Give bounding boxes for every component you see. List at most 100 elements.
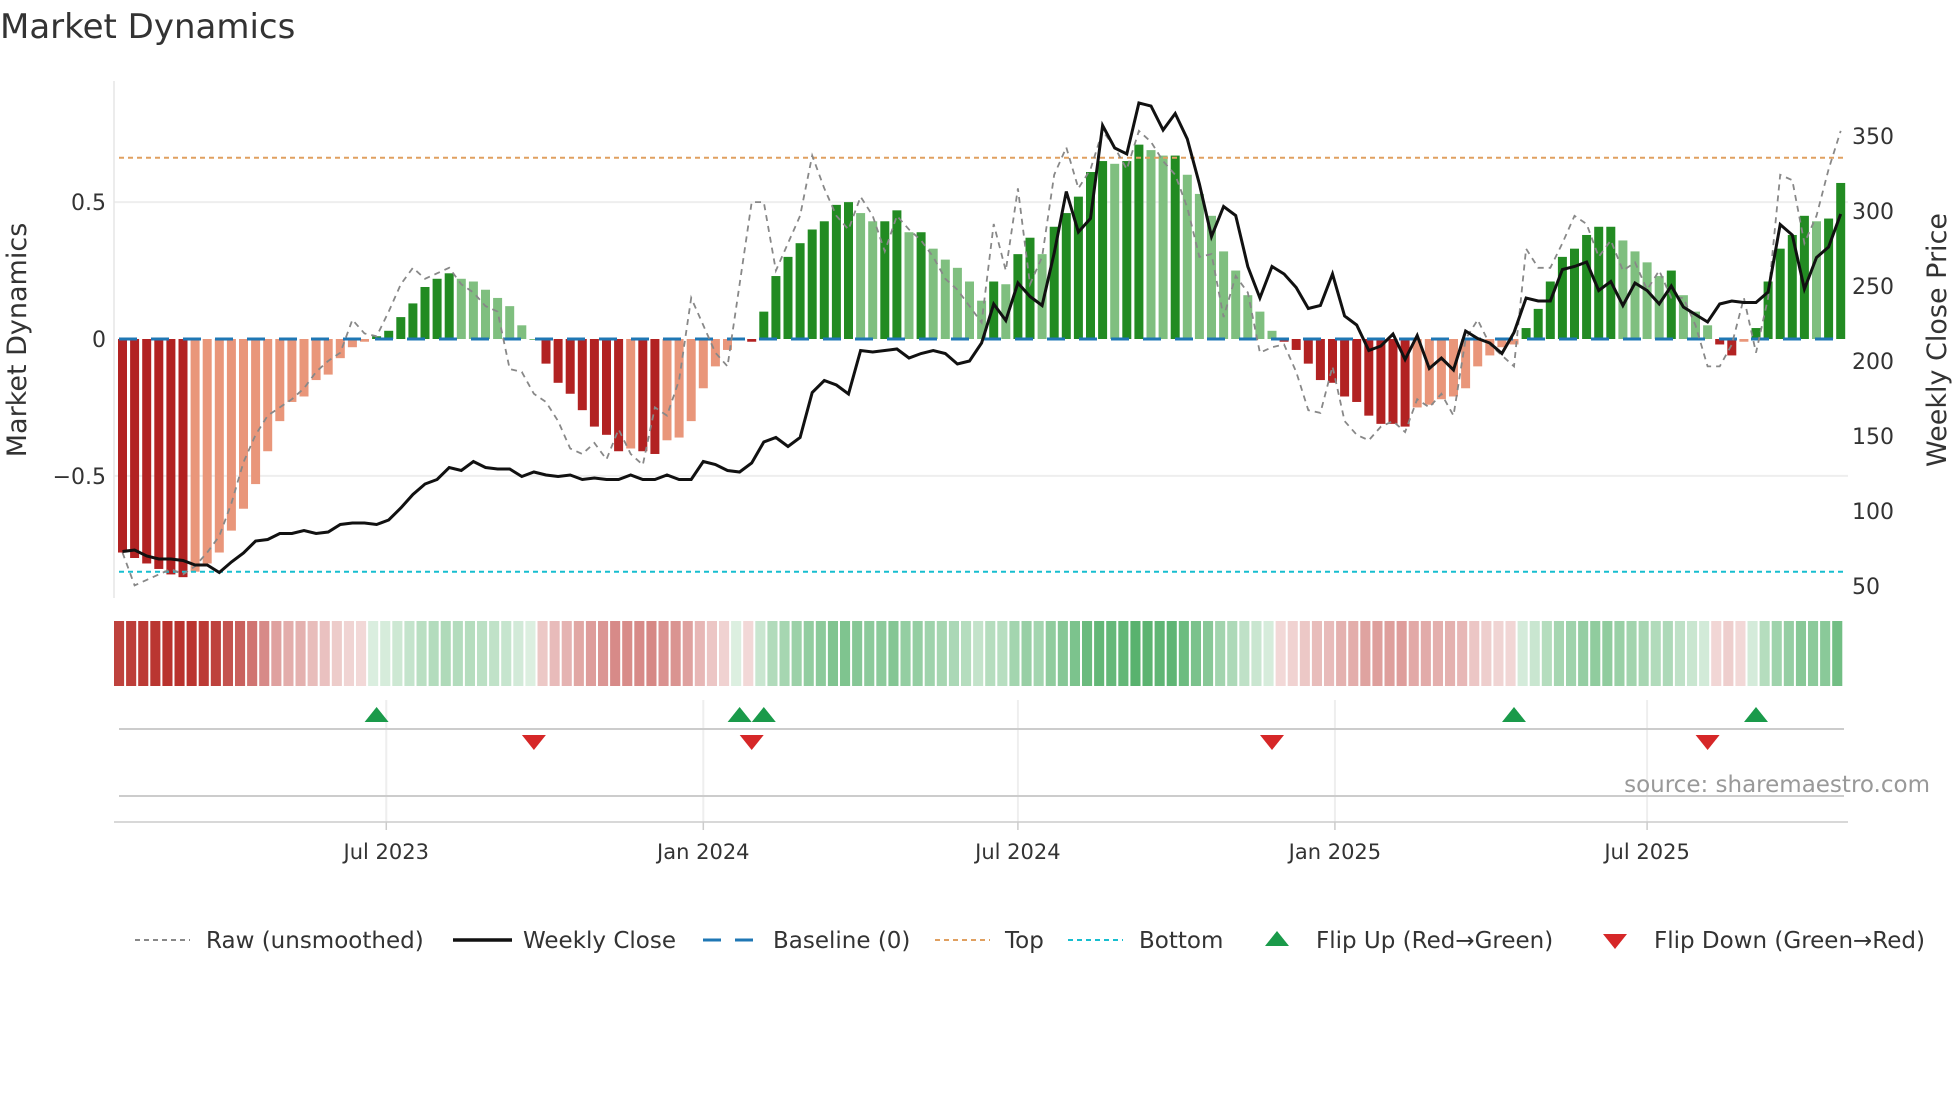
heat-strip-cell xyxy=(948,621,959,686)
heat-strip-cell xyxy=(1674,621,1685,686)
heat-strip-cell xyxy=(416,621,427,686)
oscillator-bar xyxy=(819,221,829,339)
oscillator-bar xyxy=(795,243,805,339)
heat-strip-cell xyxy=(1771,621,1782,686)
oscillator-bar xyxy=(1328,339,1337,383)
heat-strip-cell xyxy=(1263,621,1274,686)
heat-strip-cell xyxy=(658,621,669,686)
chart-title: Market Dynamics xyxy=(0,7,295,47)
heat-strip-cell xyxy=(368,621,379,686)
source-label: source: sharemaestro.com xyxy=(1624,772,1930,798)
heat-strip-cell xyxy=(1445,621,1456,686)
oscillator-bar xyxy=(166,339,176,575)
oscillator-bar xyxy=(299,339,309,397)
heat-strip-cell xyxy=(1021,621,1032,686)
oscillator-bar xyxy=(565,339,575,394)
heat-strip-cell xyxy=(1493,621,1504,686)
heat-strip-cell xyxy=(573,621,584,686)
y2-tick-label: 350 xyxy=(1852,125,1894,150)
heat-strip-cell xyxy=(1566,621,1577,686)
heat-strip-cell xyxy=(1517,621,1528,686)
heat-strip-cell xyxy=(876,621,887,686)
legend: Raw (unsmoothed) Weekly Close Baseline (… xyxy=(135,928,1925,954)
heat-strip-cell xyxy=(1106,621,1117,686)
oscillator-bar xyxy=(1727,339,1737,356)
oscillator-bar xyxy=(1315,339,1325,381)
heat-strip-cell xyxy=(1529,621,1540,686)
oscillator-bar xyxy=(1146,150,1156,339)
oscillator-bar xyxy=(396,317,406,339)
left-y-ticks: 0.5 0 −0.5 xyxy=(53,191,106,490)
heat-strip-cell xyxy=(247,621,258,686)
heat-strip-cell xyxy=(162,621,173,686)
oscillator-bar xyxy=(589,339,599,427)
heat-strip-cell xyxy=(428,621,439,686)
heat-strip-cell xyxy=(1747,621,1758,686)
oscillator-bar xyxy=(602,339,611,435)
heat-strip-cell xyxy=(150,621,161,686)
heat-strip-cell xyxy=(997,621,1008,686)
heat-strip-cell xyxy=(852,621,863,686)
y2-tick-label: 150 xyxy=(1852,425,1894,450)
heat-strip-cell xyxy=(888,621,899,686)
x-tick-label: Jan 2025 xyxy=(1287,840,1382,864)
heat-strip-cell xyxy=(1130,621,1141,686)
x-ticks: Jul 2023 Jan 2024 Jul 2024 Jan 2025 Jul 2025 xyxy=(342,822,1690,864)
oscillator-bar xyxy=(1231,270,1241,339)
oscillator-bar xyxy=(553,339,563,383)
oscillator-bar xyxy=(856,213,866,339)
flip-down-marker xyxy=(1260,735,1284,750)
heat-strip-cell xyxy=(755,621,766,686)
oscillator-bar xyxy=(965,281,974,339)
heat-strip-cell xyxy=(1432,621,1443,686)
heat-strip-cell xyxy=(307,621,318,686)
heat-strip-cell xyxy=(1687,621,1698,686)
y2-tick-label: 250 xyxy=(1852,275,1894,300)
heat-strip-cell xyxy=(513,621,524,686)
market-dynamics-chart: Market Dynamics 0.5 0 −0.5 350 300 250 200 150… xyxy=(0,7,1953,954)
oscillator-bar xyxy=(1739,339,1749,342)
oscillator-bar xyxy=(1654,276,1664,339)
oscillator-bar xyxy=(1340,339,1350,397)
heat-strip-cell xyxy=(936,621,947,686)
heat-strip-cell xyxy=(743,621,754,686)
heat-strip-cell xyxy=(319,621,330,686)
oscillator-bars xyxy=(118,144,1846,578)
heat-strip-cell xyxy=(392,621,403,686)
heat-strip-cell xyxy=(1699,621,1710,686)
oscillator-bar xyxy=(577,339,587,411)
heat-strip-cell xyxy=(283,621,294,686)
legend-baseline-label: Baseline (0) xyxy=(773,928,910,954)
oscillator-bar xyxy=(650,339,660,454)
heat-strip-cell xyxy=(440,621,451,686)
oscillator-bar xyxy=(1582,234,1592,339)
oscillator-bar xyxy=(1388,339,1398,424)
oscillator-bar xyxy=(1134,144,1144,339)
heat-strip-cell xyxy=(840,621,851,686)
heat-strip-cell xyxy=(682,621,693,686)
y-tick-label: −0.5 xyxy=(53,465,106,490)
heat-strip-cell xyxy=(464,621,475,686)
oscillator-bar xyxy=(626,339,636,449)
heat-strip-cell xyxy=(1590,621,1601,686)
heat-strip-cell xyxy=(985,621,996,686)
heat-strip-cell xyxy=(924,621,935,686)
oscillator-bar xyxy=(1194,193,1204,339)
legend-flip-up-icon xyxy=(1265,931,1289,946)
heat-strip-cell xyxy=(1190,621,1201,686)
heat-strip-cell xyxy=(1759,621,1770,686)
heat-strip-cell xyxy=(1178,621,1189,686)
oscillator-bar xyxy=(311,339,321,381)
legend-flip-down-icon xyxy=(1603,934,1627,949)
heat-strip-cell xyxy=(815,621,826,686)
heat-strip-cell xyxy=(1227,621,1238,686)
heat-strip-cell xyxy=(1735,621,1746,686)
legend-top-label: Top xyxy=(1004,928,1044,954)
oscillator-bar xyxy=(1533,308,1543,339)
oscillator-bar xyxy=(251,339,261,485)
legend-close-label: Weekly Close xyxy=(523,928,676,954)
heat-strip-cell xyxy=(186,621,197,686)
heat-strip-cell xyxy=(404,621,415,686)
heat-strip-cell xyxy=(537,621,548,686)
y2-axis-label: Weekly Close Price xyxy=(1922,213,1953,467)
